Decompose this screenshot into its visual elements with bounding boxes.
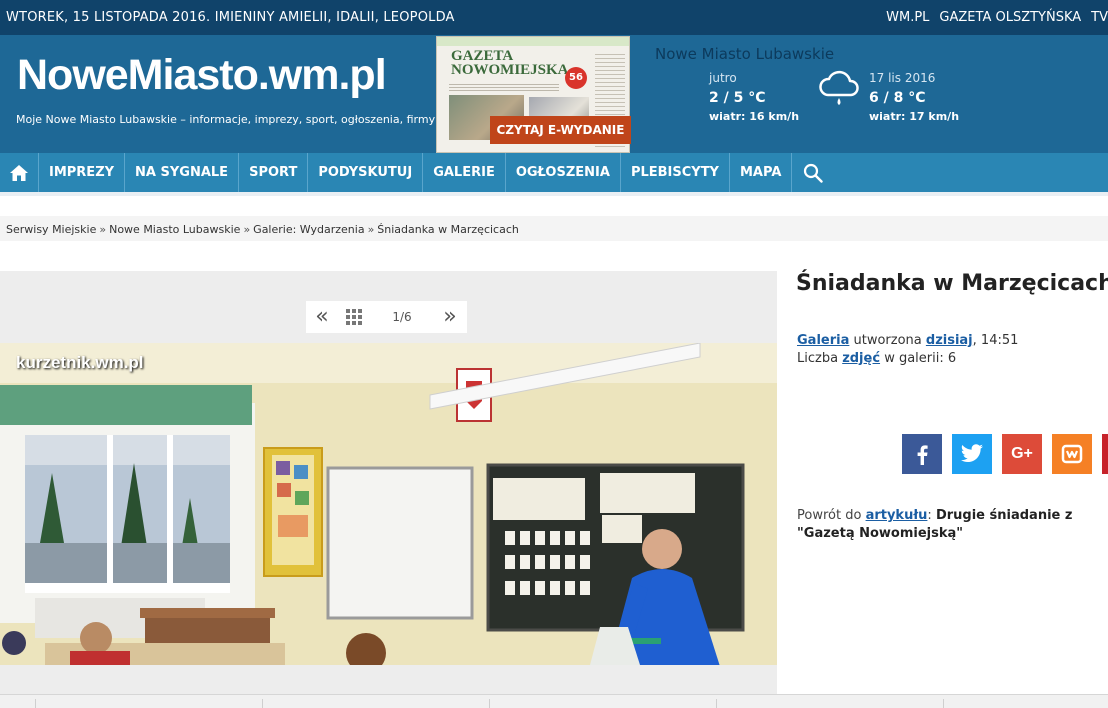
weather-dayafter-wind: wiatr: 17 km/h <box>869 110 960 123</box>
share-wykop-button[interactable] <box>1052 434 1092 474</box>
share-twitter-button[interactable] <box>952 434 992 474</box>
photo-watermark: kurzetnik.wm.pl <box>16 353 144 372</box>
paper-issue-badge: 56 <box>565 67 587 89</box>
link-wm-pl[interactable]: WM.PL <box>886 10 929 25</box>
created-date-link[interactable]: dzisiaj <box>926 333 973 348</box>
previous-photo-button[interactable]: « <box>306 303 338 331</box>
search-icon <box>804 163 824 183</box>
paper-title-line-2: NOWOMIEJSKA <box>451 62 569 78</box>
nav-item-mapa[interactable]: MAPA <box>730 153 793 192</box>
grid-icon <box>346 309 362 325</box>
breadcrumb-item[interactable]: Serwisy Miejskie <box>6 223 96 236</box>
breadcrumb: Serwisy Miejskie» Nowe Miasto Lubawskie» G… <box>0 216 1108 241</box>
page: WTOREK, 15 LISTOPADA 2016. IMIENINY AMIE… <box>0 0 1108 708</box>
weather-tomorrow-temp: 2 / 5 °C <box>709 90 766 106</box>
wykop-icon <box>1061 444 1083 464</box>
site-header: NoweMiasto.wm.pl Moje Nowe Miasto Lubaws… <box>0 35 1108 153</box>
read-e-edition-button[interactable]: CZYTAJ E-WYDANIE <box>490 116 631 144</box>
weather-tomorrow-label: jutro <box>709 71 737 85</box>
count-prefix: Liczba <box>797 351 839 366</box>
breadcrumb-item[interactable]: Galerie: Wydarzenia <box>253 223 364 236</box>
nav-search-button[interactable] <box>792 153 834 192</box>
nav-substrip <box>0 192 1108 196</box>
photos-link[interactable]: zdjęć <box>842 351 880 366</box>
share-googleplus-button[interactable]: G+ <box>1002 434 1042 474</box>
created-time: , 14:51 <box>972 333 1019 348</box>
google-plus-icon: G+ <box>1011 445 1033 462</box>
count-suffix: w galerii: 6 <box>884 351 957 366</box>
classroom-photo <box>0 343 777 665</box>
gallery-link[interactable]: Galeria <box>797 333 849 348</box>
nav-item-podyskutuj[interactable]: PODYSKUTUJ <box>308 153 424 192</box>
link-tv[interactable]: TV <box>1091 10 1108 25</box>
next-photo-button[interactable]: » <box>434 303 466 331</box>
paper-title-line-1: GAZETA <box>451 48 514 64</box>
site-tagline: Moje Nowe Miasto Lubawskie – informacje,… <box>16 113 436 126</box>
breadcrumb-item[interactable]: Nowe Miasto Lubawskie <box>109 223 240 236</box>
site-logo[interactable]: NoweMiasto.wm.pl <box>17 51 387 100</box>
link-gazeta-olsztynska[interactable]: GAZETA OLSZTYŃSKA <box>939 10 1081 25</box>
back-article-link[interactable]: artykułu <box>866 508 928 523</box>
date-nameday-line: WTOREK, 15 LISTOPADA 2016. IMIENINY AMIE… <box>6 10 455 25</box>
gallery-viewer: « 1/6 » kurzetnik.wm.pl <box>0 271 777 708</box>
nav-item-na-sygnale[interactable]: NA SYGNALE <box>125 153 240 192</box>
gallery-photo[interactable]: kurzetnik.wm.pl <box>0 343 777 665</box>
bottom-thumbnail-strip <box>0 694 1108 708</box>
weather-tomorrow-wind: wiatr: 16 km/h <box>709 110 800 123</box>
nav-item-ogloszenia[interactable]: OGŁOSZENIA <box>506 153 621 192</box>
share-facebook-button[interactable] <box>902 434 942 474</box>
gallery-created-line: Galeria utworzona dzisiaj, 14:51 <box>797 333 1018 348</box>
back-to-article: Powrót do artykułu: Drugie śniadanie z "… <box>797 507 1102 543</box>
breadcrumb-current: Śniadanka w Marzęcicach <box>377 223 519 236</box>
gallery-pager: « 1/6 » <box>306 301 467 333</box>
top-bar: WTOREK, 15 LISTOPADA 2016. IMIENINY AMIE… <box>0 0 1108 35</box>
main-nav: IMPREZY NA SYGNALE SPORT PODYSKUTUJ GALE… <box>0 153 1108 192</box>
twitter-icon <box>960 444 983 462</box>
home-icon <box>10 164 28 181</box>
weather-dayafter-label: 17 lis 2016 <box>869 71 936 85</box>
created-text: utworzona <box>853 333 922 348</box>
share-more-button[interactable] <box>1102 434 1108 474</box>
facebook-icon <box>917 445 928 465</box>
thumbnail-grid-button[interactable] <box>338 301 370 333</box>
nav-item-plebiscyty[interactable]: PLEBISCYTY <box>621 153 730 192</box>
nav-home-button[interactable] <box>0 153 39 192</box>
nav-item-galerie[interactable]: GALERIE <box>423 153 506 192</box>
nav-item-imprezy[interactable]: IMPREZY <box>39 153 126 192</box>
portal-links: WM.PL GAZETA OLSZTYŃSKA TV <box>886 10 1108 25</box>
rain-cloud-icon <box>819 70 859 105</box>
gallery-title: Śniadanka w Marzęcicach <box>796 271 1108 296</box>
gallery-count-line: Liczba zdjęć w galerii: 6 <box>797 351 956 366</box>
back-prefix: Powrót do <box>797 508 862 523</box>
back-colon: : <box>927 508 932 523</box>
nav-item-sport[interactable]: SPORT <box>239 153 309 192</box>
weather-city: Nowe Miasto Lubawskie <box>655 45 835 63</box>
weather-dayafter-temp: 6 / 8 °C <box>869 90 926 106</box>
photo-counter: 1/6 <box>392 310 412 324</box>
